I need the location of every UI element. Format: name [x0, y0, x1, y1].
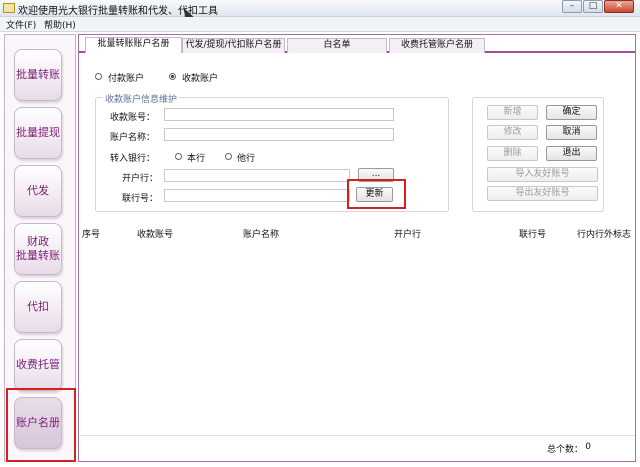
tab-payroll-register[interactable]: 代发/提现/代扣账户名册	[182, 38, 285, 53]
open-bank-label: 开户行：	[122, 174, 159, 184]
sidebar-item-batch-transfer[interactable]: 批量转账	[14, 49, 62, 101]
status-footer: 总个数： 0	[79, 435, 635, 461]
same-bank-radio[interactable]	[175, 153, 182, 160]
sidebar-item-debit[interactable]: 代扣	[14, 281, 62, 333]
sidebar-item-payroll[interactable]: 代发	[14, 165, 62, 217]
account-name-label: 账户名称：	[110, 133, 156, 143]
bank-label: 转入银行：	[110, 154, 156, 164]
window-controls: – □ ✕	[561, 0, 634, 14]
update-highlight-box	[347, 179, 406, 209]
title-bar: 欢迎使用光大银行批量转账和代发、代扣工具 – □ ✕	[0, 0, 640, 22]
other-bank-label: 他行	[237, 154, 256, 164]
total-count-label: 总个数：	[546, 445, 583, 455]
payer-account-label: 付款账户	[108, 74, 145, 84]
delete-button[interactable]: 删除	[487, 146, 538, 161]
sidebar-item-fiscal-transfer[interactable]: 财政 批量转账	[14, 223, 62, 275]
column-inbank-flag[interactable]: 行内行外标志	[577, 227, 631, 240]
account-name-input[interactable]	[164, 128, 394, 141]
tab-whitelist[interactable]: 白名单	[287, 38, 387, 53]
minimize-button[interactable]: –	[562, 0, 582, 13]
menu-file[interactable]: 文件(F)	[6, 18, 36, 31]
sidebar-item-fee-custody[interactable]: 收费托管	[14, 339, 62, 391]
column-open-bank[interactable]: 开户行	[394, 227, 421, 240]
bank-code-input[interactable]	[164, 189, 350, 202]
menu-bar: 文件(F) 帮助(H)	[0, 17, 640, 32]
cancel-button[interactable]: 取消	[546, 125, 597, 140]
add-button[interactable]: 新增	[487, 105, 538, 120]
close-button[interactable]: ✕	[604, 0, 634, 13]
account-no-input[interactable]	[164, 108, 394, 121]
payer-account-radio[interactable]	[95, 73, 102, 80]
column-account-no[interactable]: 收款账号	[137, 227, 173, 240]
account-table-body[interactable]	[79, 241, 635, 433]
column-index[interactable]: 序号	[82, 227, 100, 240]
table-header: 序号 收款账号 账户名称 开户行 联行号 行内行外标志	[79, 225, 635, 240]
main-panel: 批量转账账户名册 代发/提现/代扣账户名册 白名单 收费托管账户名册 付款账户 …	[78, 34, 636, 462]
same-bank-label: 本行	[187, 154, 206, 164]
maximize-button[interactable]: □	[583, 0, 603, 13]
tab-fee-custody-register[interactable]: 收费托管账户名册	[389, 38, 485, 53]
other-bank-radio[interactable]	[225, 153, 232, 160]
payee-account-label: 收款账户	[182, 74, 219, 84]
modify-button[interactable]: 修改	[487, 125, 538, 140]
import-friendly-accounts-button[interactable]: 导入友好账号	[487, 167, 598, 182]
exit-button[interactable]: 退出	[546, 146, 597, 161]
menu-help[interactable]: 帮助(H)	[44, 18, 76, 31]
column-bank-code[interactable]: 联行号	[519, 227, 546, 240]
tab-batch-transfer-register[interactable]: 批量转账账户名册	[85, 37, 182, 53]
total-count-value: 0	[585, 442, 591, 452]
highlight-box	[6, 388, 76, 462]
app-icon	[3, 3, 15, 13]
confirm-button[interactable]: 确定	[546, 105, 597, 120]
account-no-label: 收款账号：	[110, 113, 156, 123]
tab-strip: 批量转账账户名册 代发/提现/代扣账户名册 白名单 收费托管账户名册	[79, 35, 635, 53]
column-account-name[interactable]: 账户名称	[243, 227, 279, 240]
payee-account-radio[interactable]	[169, 73, 176, 80]
payee-info-group-title: 收款账户信息维护	[103, 92, 180, 105]
bank-code-label: 联行号：	[122, 194, 159, 204]
open-bank-input[interactable]	[164, 169, 350, 182]
export-friendly-accounts-button[interactable]: 导出友好账号	[487, 186, 598, 201]
sidebar-item-batch-withdraw[interactable]: 批量提现	[14, 107, 62, 159]
